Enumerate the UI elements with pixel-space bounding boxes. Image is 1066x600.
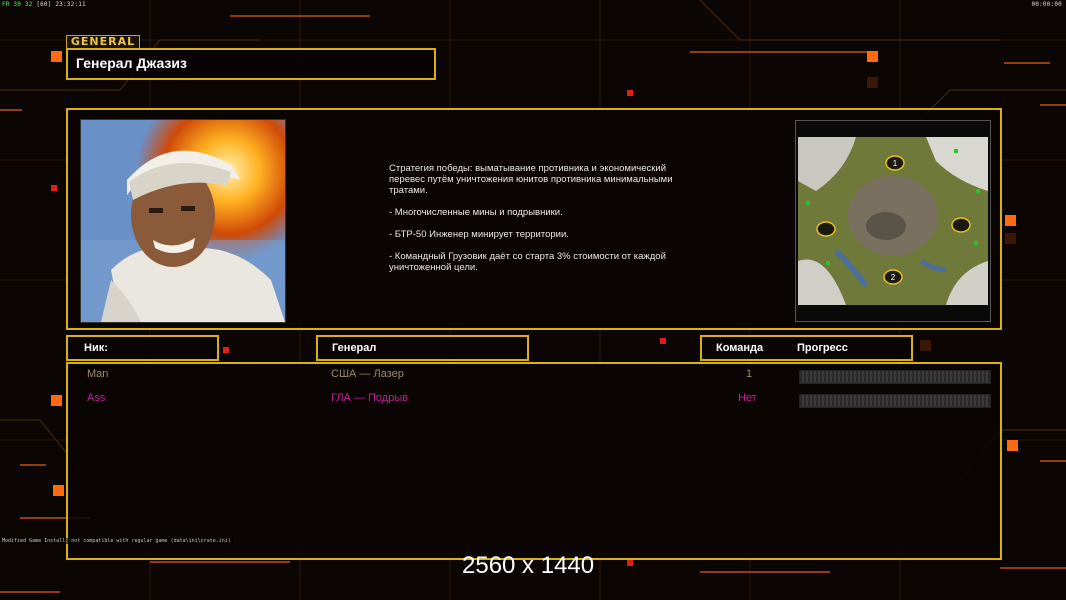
column-header-general: Генерал xyxy=(316,335,529,361)
general-portrait xyxy=(80,119,286,323)
general-title-box: Генерал Джазиз xyxy=(66,48,436,80)
player-general: ГЛА — Подрыв xyxy=(331,392,409,404)
strategy-line: Стратегия победы: выматывание противника… xyxy=(389,163,673,196)
player-nick: Ass xyxy=(87,392,106,404)
players-list: Man США — Лазер 1 Ass ГЛА — Подрыв Нет xyxy=(66,362,1002,560)
fps-counter: FR 30 32 xyxy=(2,1,33,8)
strategy-description: Стратегия победы: выматывание противника… xyxy=(389,163,699,284)
team-header-label: Команда xyxy=(716,342,764,354)
player-nick: Man xyxy=(87,368,109,380)
player-start-1: 1 xyxy=(893,159,898,168)
feature-line: - Командный Грузовик даёт со старта 3% с… xyxy=(389,251,666,273)
player-team: 1 xyxy=(746,368,753,380)
player-start-2: 2 xyxy=(891,273,896,282)
feature-line: - БТР-50 Инженер минирует территории. xyxy=(389,229,569,240)
resolution-watermark: 2560 x 1440 xyxy=(462,552,595,579)
general-info-panel: Стратегия победы: выматывание противника… xyxy=(66,108,1002,330)
feature-line: - Многочисленные мины и подрывники. xyxy=(389,207,563,218)
progress-header-label: Прогресс xyxy=(797,342,848,354)
general-tag: GENERAL xyxy=(66,35,140,49)
player-row: Man США — Лазер 1 xyxy=(68,368,1000,384)
column-header-team-progress: Команда Прогресс xyxy=(700,335,913,361)
general-header-label: Генерал xyxy=(332,342,377,354)
general-name: Генерал Джазиз xyxy=(76,55,187,71)
player-team: Нет xyxy=(738,392,757,404)
nick-header-label: Ник: xyxy=(84,342,108,354)
system-clock: 23:32:11 xyxy=(55,1,86,8)
fps-sep: [60] xyxy=(36,1,52,8)
console-warning: Modified Game Install: not compatible wi… xyxy=(0,538,233,544)
player-general: США — Лазер xyxy=(331,368,404,380)
map-preview: 1 2 xyxy=(795,120,991,322)
loading-progress-bar xyxy=(799,394,991,408)
loading-progress-bar xyxy=(799,370,991,384)
column-header-nick: Ник: xyxy=(66,335,219,361)
debug-stats: FR 30 32 [60] 23:32:11 xyxy=(0,0,88,9)
game-timer: 00:00:00 xyxy=(1031,1,1062,8)
player-row: Ass ГЛА — Подрыв Нет xyxy=(68,392,1000,408)
